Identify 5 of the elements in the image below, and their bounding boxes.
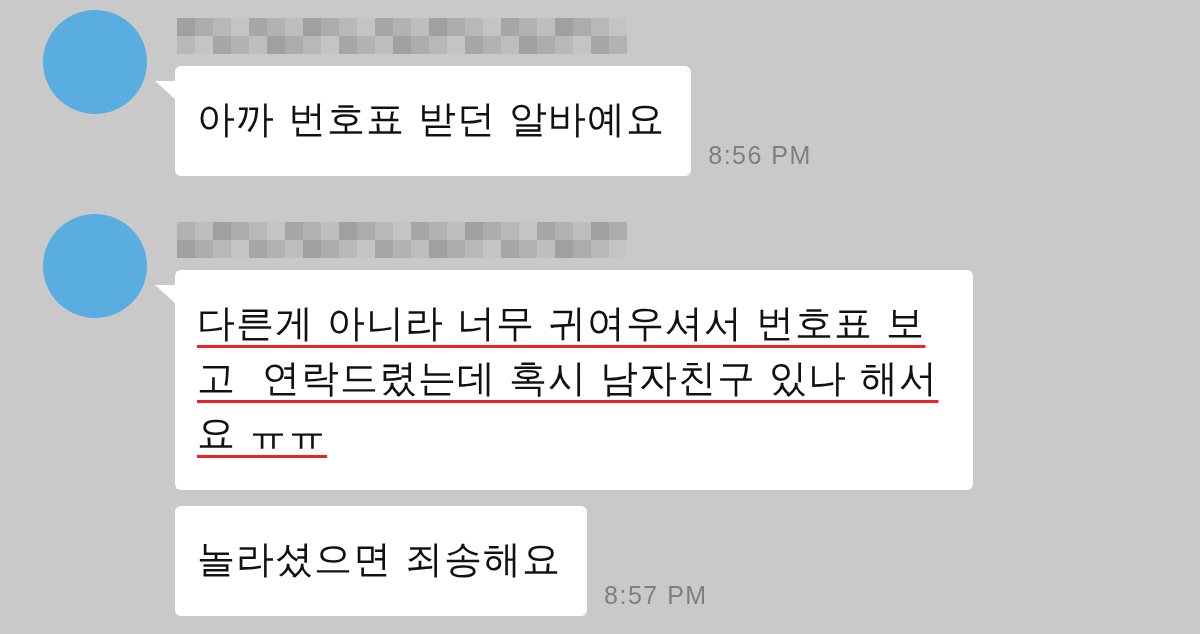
message-text: 다른게 아니라 너무 귀여우셔서 번호표 보고 연락드렸는데 혹시 남자친구 있나 해서요 ㅠㅠ (197, 300, 940, 457)
timestamp: 8:57 PM (604, 581, 708, 610)
timestamp: 8:56 PM (708, 141, 812, 170)
message-text: 놀라셨으면 죄송해요 (197, 536, 562, 583)
message-text: 아까 번호표 받던 알바예요 (197, 96, 666, 143)
